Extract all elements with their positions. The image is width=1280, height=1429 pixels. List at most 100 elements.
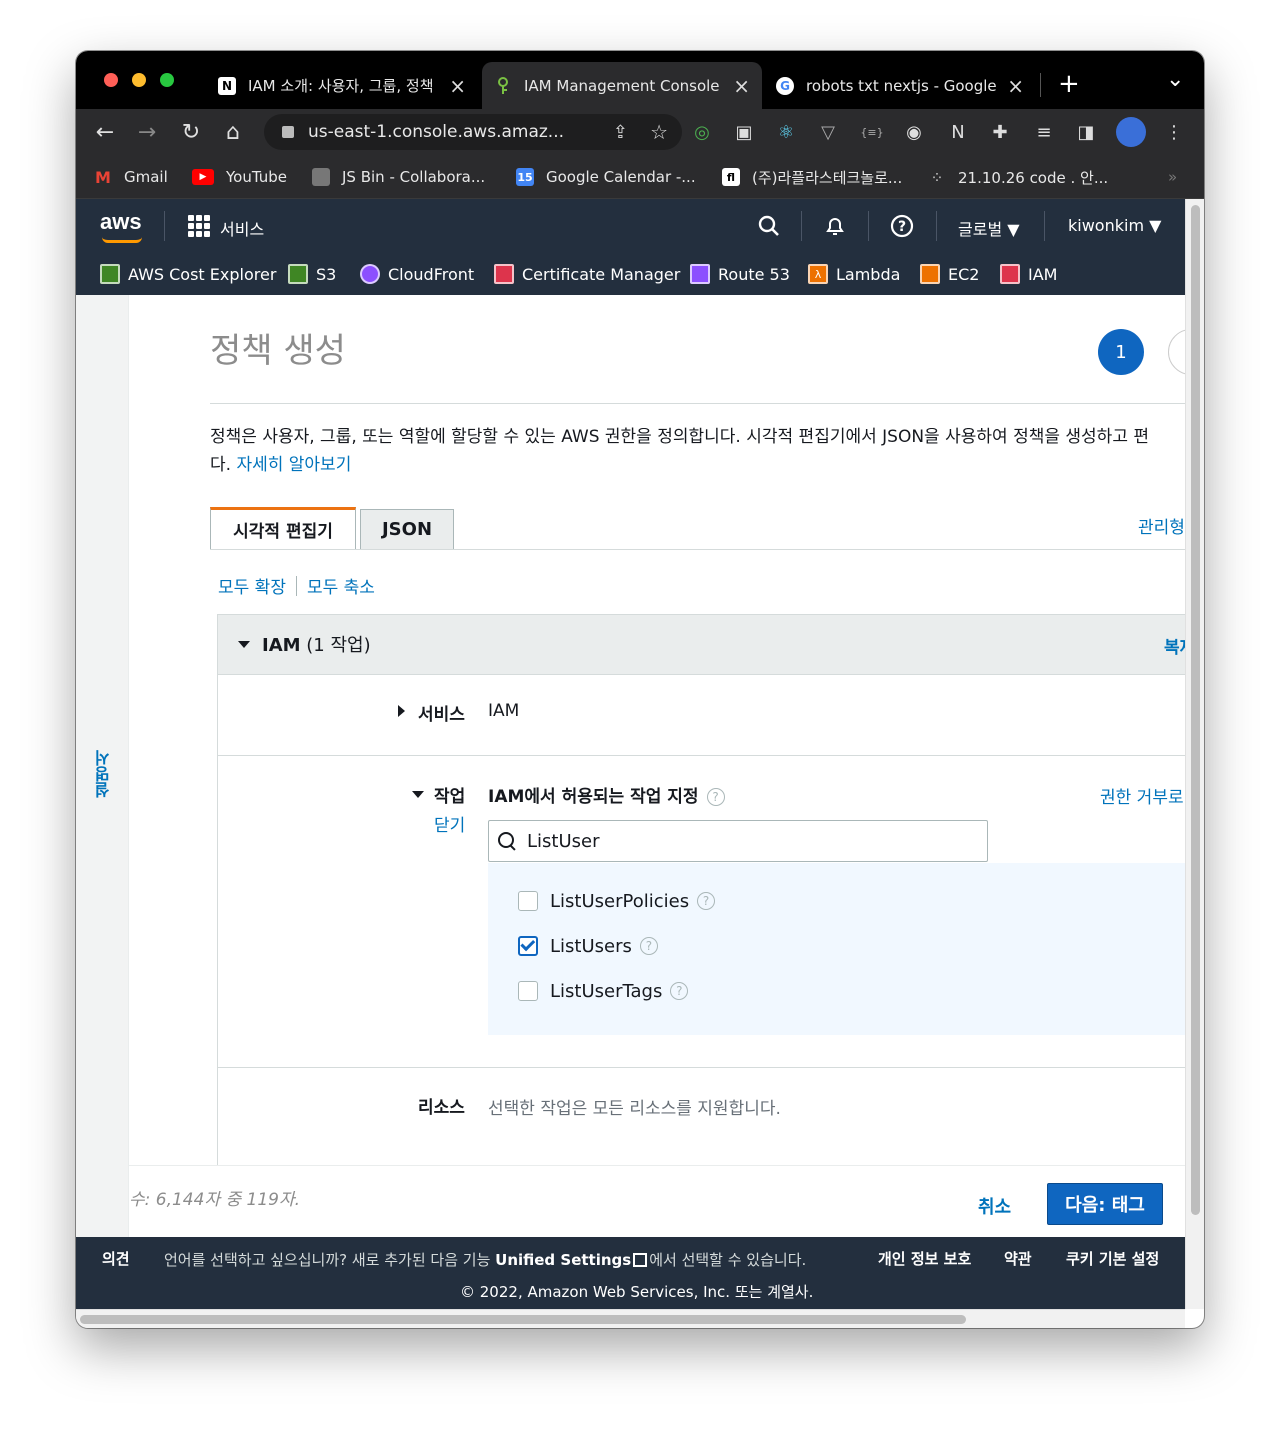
favorite-lambda[interactable]: λ Lambda	[808, 263, 900, 285]
react-devtools-icon[interactable]: ⚛	[774, 120, 798, 144]
caret-down-icon[interactable]	[412, 791, 424, 798]
vue-devtools-icon[interactable]: ▽	[816, 120, 840, 144]
account-menu[interactable]: kiwonkim ▼	[1068, 216, 1161, 235]
privacy-link[interactable]: 개인 정보 보호	[878, 1248, 971, 1269]
aws-console-header: aws 서비스 ? 글로벌 ▼ kiwonkim ▼ AWS Cost Expl…	[76, 199, 1185, 295]
checkbox[interactable]	[518, 981, 538, 1001]
checkbox[interactable]	[518, 891, 538, 911]
help-circle-icon[interactable]: ?	[670, 982, 689, 1000]
favorite-iam[interactable]: IAM	[1000, 263, 1057, 285]
region-selector[interactable]: 글로벌 ▼	[958, 216, 1020, 240]
vertical-scrollbar[interactable]	[1185, 199, 1204, 1309]
bookmark-gmail[interactable]: M Gmail	[94, 165, 168, 189]
home-icon[interactable]: ⌂	[218, 117, 248, 147]
share-icon[interactable]: ⇪	[613, 122, 628, 143]
browser-tab-iam-intro[interactable]: N IAM 소개: 사용자, 그룹, 정책 ×	[206, 62, 478, 109]
favorite-ec2[interactable]: EC2	[920, 263, 979, 285]
extension-target-icon[interactable]: ◎	[690, 120, 714, 144]
tab-visual-editor[interactable]: 시각적 편집기	[210, 507, 356, 549]
reload-icon[interactable]: ↻	[176, 117, 206, 147]
side-panel-icon[interactable]: ◨	[1074, 120, 1098, 144]
bookmarks-overflow-button[interactable]: »	[1168, 165, 1177, 189]
language-notice-prefix: 언어를 선택하고 싶으십니까? 새로 추가된 다음 기능	[164, 1251, 496, 1269]
extension-pip-icon[interactable]: ▣	[732, 120, 756, 144]
json-viewer-icon[interactable]: {≡}	[860, 120, 884, 144]
help-icon[interactable]: ?	[889, 213, 915, 239]
actions-search[interactable]	[488, 820, 988, 862]
minimize-window-button[interactable]	[132, 73, 146, 87]
feedback-link[interactable]: 의견	[102, 1248, 130, 1269]
browser-tab-iam-console[interactable]: IAM Management Console ×	[482, 62, 762, 109]
notion-clipper-icon[interactable]: N	[946, 120, 970, 144]
expand-all-link[interactable]: 모두 확장	[218, 573, 286, 598]
new-tab-button[interactable]: +	[1058, 69, 1080, 99]
close-icon[interactable]: ×	[449, 74, 466, 98]
service-label[interactable]: 서비스	[418, 700, 465, 725]
scrollbar-thumb[interactable]	[1191, 205, 1200, 1215]
documentation-toggle[interactable]: 설명서	[92, 750, 116, 798]
bookmark-code[interactable]: ⁘ 21.10.26 code . 안...	[928, 165, 1108, 189]
caret-down-icon[interactable]	[238, 641, 250, 648]
option-list-users[interactable]: ListUsers ?	[518, 934, 658, 958]
next-tags-button[interactable]: 다음: 태그	[1047, 1183, 1163, 1225]
help-circle-icon[interactable]: ?	[706, 788, 725, 806]
option-list-user-policies[interactable]: ListUserPolicies ?	[518, 889, 716, 913]
star-icon[interactable]: ☆	[650, 120, 668, 144]
cookie-preferences-link[interactable]: 쿠키 기본 설정	[1066, 1248, 1159, 1269]
statement-header[interactable]: IAM (1 작업) 복제	[218, 615, 1185, 675]
checkbox-checked[interactable]	[518, 936, 538, 956]
services-grid-icon[interactable]	[188, 215, 210, 237]
tab-json[interactable]: JSON	[360, 509, 454, 549]
service-value: IAM	[488, 701, 520, 721]
help-circle-icon[interactable]: ?	[697, 892, 716, 910]
puzzle-extensions-icon[interactable]: ✚	[988, 120, 1012, 144]
favorite-certificate-manager[interactable]: Certificate Manager	[494, 263, 680, 285]
collapse-all-link[interactable]: 모두 축소	[307, 573, 375, 598]
tab-search-button[interactable]: ⌄	[1166, 67, 1184, 92]
scrollbar-thumb[interactable]	[80, 1315, 966, 1324]
profile-avatar[interactable]	[1116, 117, 1146, 147]
close-icon[interactable]: ×	[1007, 74, 1024, 98]
back-arrow-icon[interactable]: ←	[90, 117, 120, 147]
terms-link[interactable]: 약관	[1004, 1248, 1032, 1269]
actions-search-input[interactable]	[527, 830, 967, 852]
address-bar[interactable]: us-east-1.console.aws.amaz... ⇪ ☆	[264, 114, 682, 150]
bookmark-jsbin[interactable]: JS Bin - Collabora...	[312, 165, 485, 189]
close-icon[interactable]: ×	[733, 74, 750, 98]
search-icon[interactable]	[756, 213, 782, 239]
favorite-route53[interactable]: Route 53	[690, 263, 790, 285]
cancel-button[interactable]: 취소	[978, 1193, 1011, 1219]
kebab-menu-icon[interactable]: ⋮	[1162, 120, 1186, 144]
documentation-rail[interactable]: 설명서	[76, 295, 129, 1237]
help-circle-icon[interactable]: ?	[639, 937, 658, 955]
switch-to-deny-link[interactable]: 권한 거부로	[1100, 783, 1184, 808]
favorite-cost-explorer[interactable]: AWS Cost Explorer	[100, 263, 276, 285]
tab-separator	[1040, 73, 1041, 97]
option-list-user-tags[interactable]: ListUserTags ?	[518, 979, 689, 1003]
learn-more-link[interactable]: 자세히 알아보기	[236, 455, 351, 475]
password-key-icon[interactable]: ◉	[902, 120, 926, 144]
divider	[210, 403, 1185, 404]
svg-text:?: ?	[898, 219, 906, 235]
bookmark-google-calendar[interactable]: 15 Google Calendar -...	[516, 165, 696, 189]
bookmark-laplace[interactable]: fl (주)라플라스테크놀로...	[722, 165, 902, 189]
close-actions-link[interactable]: 닫기	[434, 811, 465, 836]
forward-arrow-icon[interactable]: →	[132, 117, 162, 147]
favorite-cloudfront[interactable]: CloudFront	[360, 263, 474, 285]
horizontal-scrollbar[interactable]	[76, 1309, 1185, 1328]
services-menu-button[interactable]: 서비스	[220, 216, 264, 240]
reading-list-icon[interactable]: ≡	[1032, 120, 1056, 144]
close-window-button[interactable]	[104, 73, 118, 87]
clone-link[interactable]: 복제	[1164, 633, 1185, 658]
unified-settings-link[interactable]: Unified Settings	[495, 1251, 631, 1269]
bookmark-youtube[interactable]: ▶ YouTube	[192, 165, 287, 189]
import-managed-policy-link[interactable]: 관리형	[1138, 513, 1185, 538]
browser-tab-google[interactable]: G robots txt nextjs - Google ×	[764, 62, 1036, 109]
favorite-s3[interactable]: S3	[288, 263, 336, 285]
resources-value: 선택한 작업은 모든 리소스를 지원합니다.	[488, 1099, 781, 1119]
bell-icon[interactable]	[822, 213, 848, 239]
actions-label[interactable]: 작업	[434, 782, 465, 807]
aws-logo[interactable]: aws	[100, 209, 142, 243]
caret-right-icon[interactable]	[398, 705, 405, 717]
maximize-window-button[interactable]	[160, 73, 174, 87]
